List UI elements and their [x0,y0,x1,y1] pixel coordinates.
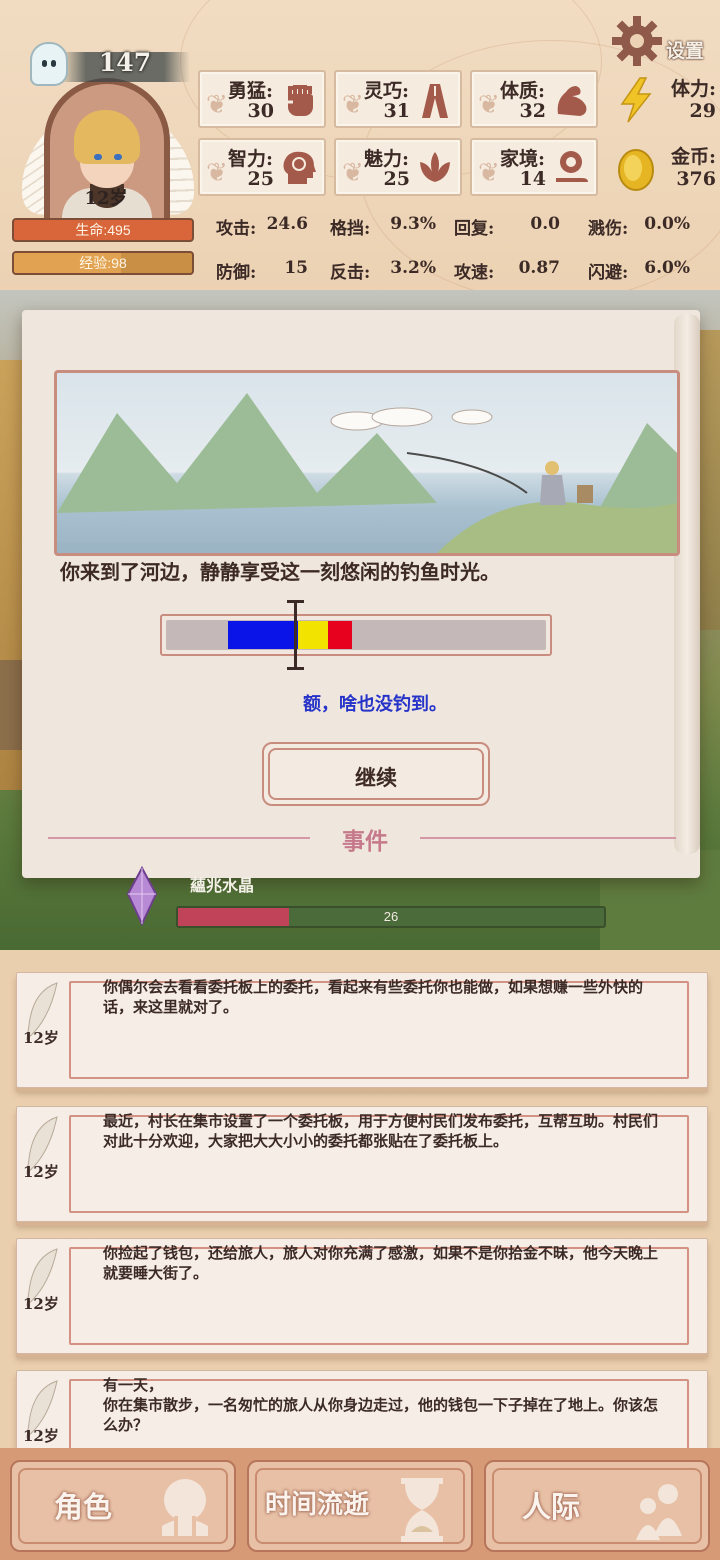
spirit-icon [30,42,68,86]
nav-character-button[interactable]: 角色 [10,1460,236,1552]
stamina-display: 体力: 29 [610,70,720,128]
combat-stat-attack-speed: 攻速: 0.87 [454,258,560,283]
lotus-icon [420,152,450,182]
floral-ornament-icon: ❦ [206,90,228,120]
character-bust-icon [162,1479,208,1540]
lightning-icon [620,77,652,123]
title-divider-right [420,837,676,839]
fishing-illustration [54,370,680,556]
xp-bar: 经验:98 [12,251,194,275]
power-value: 147 [98,48,152,77]
event-log[interactable]: 12岁 你偶尔会去看看委托板上的委托，看起来有些委托你也能做，如果想赚一些外快的… [0,950,720,1460]
continue-button[interactable]: 继续 [262,742,490,806]
event-description: 你来到了河边，静静享受这一刻悠闲的钓鱼时光。 [60,560,500,584]
combat-stat-splash: 溅伤: 0.0% [588,214,690,239]
log-entry: 12岁 你捡起了钱包，还给旅人，旅人对你充满了感激，如果不是你拾金不昧，他今天晚… [16,1238,708,1354]
nav-relationships-button[interactable]: 人际 [484,1460,710,1552]
combat-stat-counter: 反击: 3.2% [330,258,436,283]
combat-stat-attack: 攻击: 24.6 [216,214,308,239]
combat-stat-defense: 防御: 15 [216,258,308,283]
event-title: 事件 [342,828,388,855]
fishing-zone-blue [228,621,298,649]
floral-ornament-icon: ❦ [478,158,500,188]
settings-button[interactable]: 设置 [610,14,720,70]
attribute-card-agility[interactable]: ❦ 灵巧: 31 [334,70,462,128]
fist-icon [285,85,313,116]
crystal-progress-bar: 26 [176,906,606,928]
fishing-marker [287,600,304,670]
fishing-meter [160,614,552,656]
fishing-result: 额，啥也没钓到。 [303,694,447,715]
gold-coin-icon [618,149,654,191]
log-entry: 12岁 有一天， 你在集市散步，一名匆忙的旅人从你身边走过，他的钱包一下子掉在了… [16,1370,708,1460]
gold-display: 金币: 376 [610,138,720,196]
title-divider-left [48,837,310,839]
floral-ornament-icon: ❦ [478,90,500,120]
attribute-card-family[interactable]: ❦ 家境: 14 [470,138,598,196]
floral-ornament-icon: ❦ [206,158,228,188]
age-label: 12岁 [84,188,128,209]
crystal-icon [126,866,158,926]
portrait-frame [44,78,170,238]
cloak-icon [422,84,448,118]
nav-time-passage-button[interactable]: 时间流逝 [247,1460,473,1552]
brain-head-icon [283,151,316,184]
fishing-track [166,620,546,650]
muscle-arm-icon [557,86,587,116]
log-entry: 12岁 你偶尔会去看看委托板上的委托，看起来有些委托你也能做，如果想赚一些外快的… [16,972,708,1088]
combat-stat-regen: 回复: 0.0 [454,214,560,239]
attribute-card-charm[interactable]: ❦ 魅力: 25 [334,138,462,196]
fishing-zone-yellow [298,621,328,649]
hp-bar: 生命:495 [12,218,194,242]
attribute-card-intellect[interactable]: ❦ 智力: 25 [198,138,326,196]
floral-ornament-icon: ❦ [342,158,364,188]
floral-ornament-icon: ❦ [342,90,364,120]
combat-stat-block: 格挡: 9.3% [330,214,436,239]
coin-hand-icon [556,151,588,182]
bottom-nav: 角色 时间流逝 人际 [0,1448,720,1560]
stats-panel: 147 12岁 生命:495 经验:98 ❦ 勇猛: 30 ❦ 灵巧: 31 ❦… [0,0,720,302]
log-entry: 12岁 最近，村长在集市设置了一个委托板，用于方便村民们发布委托，互帮互助。村民… [16,1106,708,1222]
gear-icon [612,16,662,66]
fishing-zone-red [328,621,352,649]
attribute-card-constitution[interactable]: ❦ 体质: 32 [470,70,598,128]
crystal-name: 蘊兆水晶 [190,876,255,895]
combat-stat-dodge: 闪避: 6.0% [588,258,690,283]
attribute-card-courage[interactable]: ❦ 勇猛: 30 [198,70,326,128]
hourglass-icon [401,1478,443,1542]
people-icon [636,1484,682,1540]
